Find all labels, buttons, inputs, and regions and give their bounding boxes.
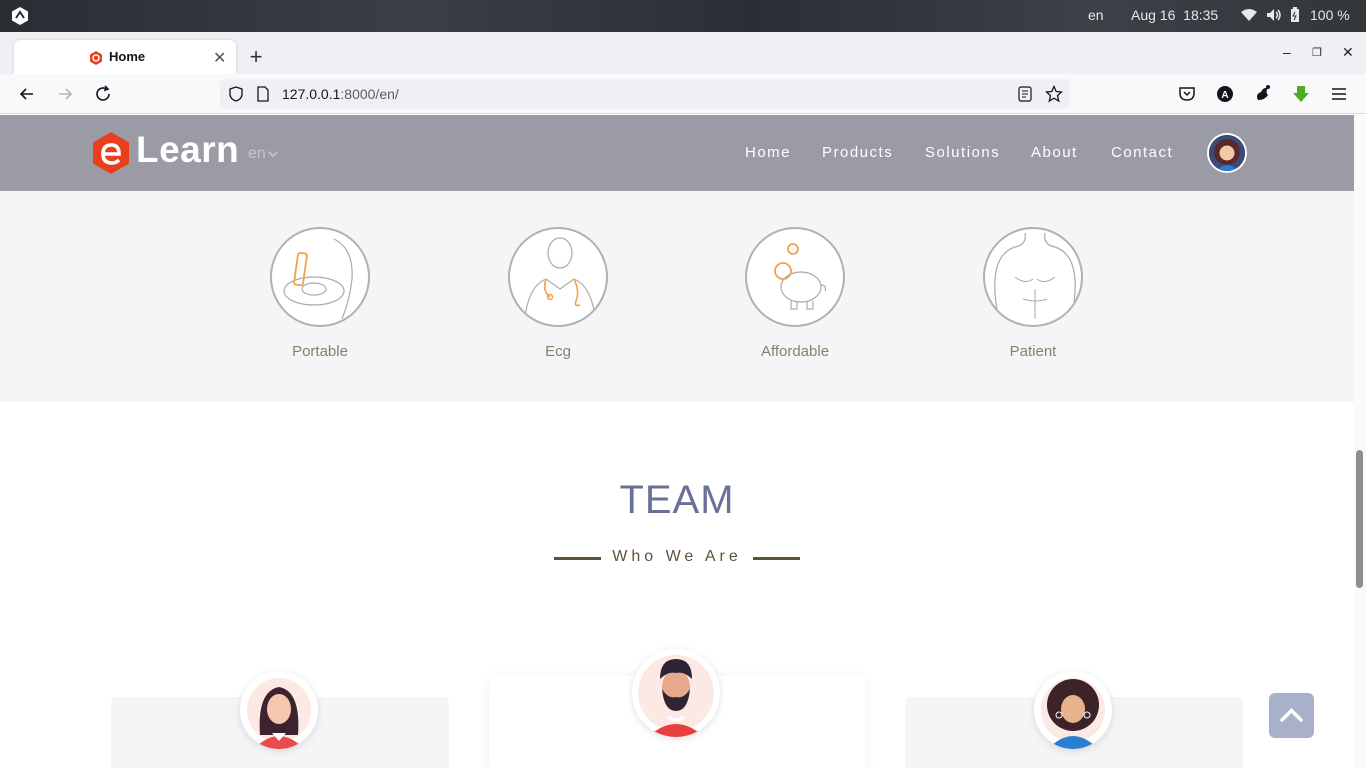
feature-affordable: Affordable (715, 227, 875, 360)
nav-home[interactable]: Home (745, 144, 791, 161)
feature-label: Patient (1009, 343, 1057, 360)
url-text[interactable]: 127.0.0.1:8000/en/ (282, 86, 399, 102)
new-tab-button[interactable]: + (246, 44, 266, 70)
scrollbar-thumb[interactable] (1356, 450, 1363, 588)
clock[interactable]: Aug 16 18:35 (1131, 7, 1218, 23)
doctor-icon (508, 227, 608, 327)
maximize-button[interactable]: ❐ (1312, 46, 1322, 59)
os-top-bar: en Aug 16 18:35 100 % (0, 0, 1366, 32)
elearn-logo-icon[interactable] (92, 132, 130, 174)
woman-avatar-icon (247, 678, 311, 749)
back-icon[interactable] (17, 84, 37, 104)
tab-title: Home (109, 49, 146, 64)
volume-icon (1267, 9, 1281, 21)
feature-label: Ecg (545, 343, 571, 360)
close-tab-icon[interactable]: ✕ (213, 48, 226, 68)
curly-hair-woman-avatar-icon (1041, 678, 1105, 749)
nav-products[interactable]: Products (822, 144, 893, 161)
subtitle-line-right (753, 557, 800, 560)
team-subtitle-wrap: Who We Are (554, 548, 800, 568)
feature-label: Affordable (760, 343, 830, 360)
site-favicon-icon (90, 51, 102, 65)
team-avatar-3 (1034, 671, 1112, 749)
user-avatar-icon (1209, 135, 1245, 171)
user-avatar[interactable] (1207, 133, 1247, 173)
logo-text[interactable]: Learn (136, 129, 239, 171)
team-avatar-1 (240, 671, 318, 749)
svg-text:A: A (1221, 90, 1228, 101)
nav-solutions[interactable]: Solutions (925, 144, 1000, 161)
extension-gnome-icon[interactable] (1253, 84, 1273, 104)
torso-icon (983, 227, 1083, 327)
bookmark-star-icon[interactable] (1045, 85, 1063, 103)
system-tray[interactable]: 100 % (1240, 7, 1350, 23)
feature-label: Portable (292, 343, 348, 360)
portable-icon (270, 227, 370, 327)
account-icon[interactable]: A (1215, 84, 1235, 104)
os-menu-icon[interactable] (10, 6, 30, 26)
chevron-up-icon (1280, 708, 1303, 722)
download-extension-icon[interactable] (1291, 84, 1311, 104)
language-select[interactable]: en (248, 145, 278, 163)
bearded-man-avatar-icon (638, 655, 714, 737)
feature-patient: Patient (953, 227, 1113, 360)
team-avatar-2 (632, 649, 720, 737)
close-window-button[interactable]: ✕ (1342, 44, 1354, 61)
feature-ecg: Ecg (478, 227, 638, 360)
minimize-button[interactable]: – (1283, 44, 1291, 60)
page-scrollbar[interactable] (1354, 115, 1366, 768)
battery-percent: 100 % (1310, 7, 1350, 23)
tracking-protection-icon[interactable] (228, 86, 244, 102)
reader-view-icon[interactable] (1018, 86, 1032, 102)
page-info-icon[interactable] (256, 86, 270, 102)
forward-icon[interactable] (55, 84, 75, 104)
battery-icon (1291, 7, 1299, 22)
scroll-to-top-button[interactable] (1269, 693, 1314, 738)
chevron-down-icon (268, 151, 278, 158)
hamburger-menu-icon[interactable] (1329, 84, 1349, 104)
pocket-icon[interactable] (1177, 84, 1197, 104)
nav-contact[interactable]: Contact (1111, 144, 1173, 161)
piggy-bank-icon (745, 227, 845, 327)
feature-portable: Portable (240, 227, 400, 360)
nav-about[interactable]: About (1031, 144, 1078, 161)
reload-icon[interactable] (93, 84, 113, 104)
site-header: Learn en Home Products Solutions About C… (0, 115, 1354, 191)
keyboard-language[interactable]: en (1088, 7, 1104, 23)
wifi-icon (1241, 9, 1257, 21)
team-heading: TEAM (619, 478, 735, 522)
web-page: Learn en Home Products Solutions About C… (0, 115, 1354, 768)
features-section: Portable Ecg Affordable Patient (0, 191, 1354, 402)
tab-home[interactable]: Home ✕ (14, 40, 236, 74)
